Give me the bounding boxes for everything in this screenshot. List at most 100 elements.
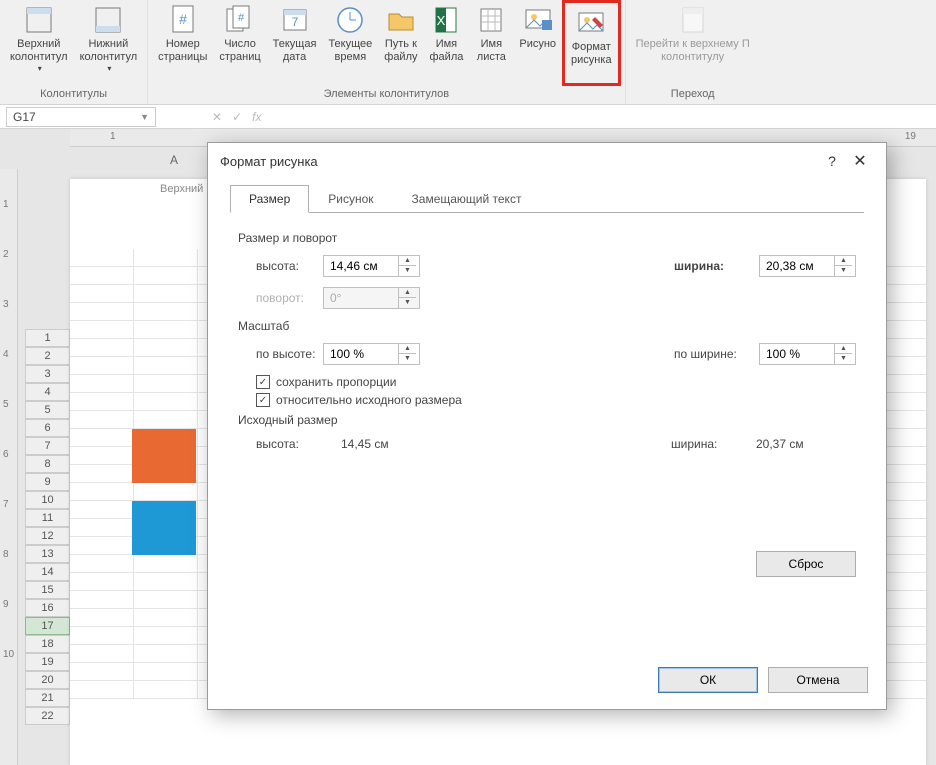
orig-height-value: 14,45 см	[341, 437, 441, 451]
row-header[interactable]: 14	[25, 563, 70, 581]
picture-button[interactable]: Рисуно	[513, 0, 562, 86]
checkbox-icon: ✓	[256, 393, 270, 407]
tab-picture[interactable]: Рисунок	[309, 185, 392, 213]
name-box[interactable]: G17 ▼	[6, 107, 156, 127]
row-header[interactable]: 8	[25, 455, 70, 473]
calendar-icon: 7	[279, 4, 311, 36]
spin-down[interactable]: ▼	[399, 266, 416, 276]
row-headers: 12345678910111213141516171819202122	[25, 329, 70, 725]
row-header[interactable]: 1	[25, 329, 70, 347]
pagecount-label: Число страниц	[219, 38, 260, 64]
pagecount-button[interactable]: # Число страниц	[213, 0, 266, 86]
filepath-button[interactable]: Путь к файлу	[378, 0, 423, 86]
spin-up[interactable]: ▲	[835, 344, 852, 354]
row-header[interactable]: 20	[25, 671, 70, 689]
formula-bar-icons: ✕ ✓ fx	[212, 110, 261, 124]
spin-down[interactable]: ▼	[399, 354, 416, 364]
ribbon-group-label: Переход	[671, 86, 715, 104]
row-header[interactable]: 2	[25, 347, 70, 365]
row-header[interactable]: 16	[25, 599, 70, 617]
tab-size[interactable]: Размер	[230, 185, 309, 213]
orig-width-label: ширина:	[671, 437, 756, 451]
sheetname-button[interactable]: Имя листа	[469, 0, 513, 86]
dialog-titlebar[interactable]: Формат рисунка ? ✕	[208, 143, 886, 179]
row-header[interactable]: 13	[25, 545, 70, 563]
orig-width-value: 20,37 см	[756, 437, 856, 451]
curtime-button[interactable]: Текущее время	[322, 0, 378, 86]
name-box-value: G17	[13, 110, 36, 124]
row-header[interactable]: 11	[25, 509, 70, 527]
row-header[interactable]: 21	[25, 689, 70, 707]
svg-text:X: X	[437, 13, 446, 28]
page-header-label: Верхний	[160, 183, 203, 195]
header-button[interactable]: Верхний колонтитул▾	[4, 0, 74, 86]
dialog-title: Формат рисунка	[220, 154, 818, 169]
row-header[interactable]: 7	[25, 437, 70, 455]
footer-button[interactable]: Нижний колонтитул▾	[74, 0, 144, 86]
lock-aspect-label: сохранить пропорции	[276, 375, 396, 389]
ok-button[interactable]: ОК	[658, 667, 758, 693]
header-label: Верхний колонтитул	[10, 38, 68, 64]
ribbon-group-label: Колонтитулы	[40, 86, 107, 104]
enter-icon: ✓	[232, 110, 242, 124]
pagenum-button[interactable]: # Номер страницы	[152, 0, 213, 86]
relative-orig-label: относительно исходного размера	[276, 393, 462, 407]
scale-w-field[interactable]	[760, 344, 834, 364]
spin-down[interactable]: ▼	[835, 354, 852, 364]
width-input[interactable]: ▲▼	[759, 255, 856, 277]
scale-h-input[interactable]: ▲▼	[323, 343, 420, 365]
filename-button[interactable]: X Имя файла	[424, 0, 470, 86]
close-button[interactable]: ✕	[846, 151, 874, 171]
svg-text:7: 7	[291, 15, 298, 29]
curdate-button[interactable]: 7 Текущая дата	[267, 0, 323, 86]
pagenum-label: Номер страницы	[158, 38, 207, 64]
row-header[interactable]: 6	[25, 419, 70, 437]
pagenum-icon: #	[167, 4, 199, 36]
spin-up: ▲	[399, 288, 416, 298]
name-box-arrow-icon[interactable]: ▼	[140, 112, 149, 122]
cancel-button[interactable]: Отмена	[768, 667, 868, 693]
lock-aspect-checkbox[interactable]: ✓ сохранить пропорции	[256, 375, 856, 389]
row-header[interactable]: 22	[25, 707, 70, 725]
width-field[interactable]	[760, 256, 834, 276]
row-header[interactable]: 18	[25, 635, 70, 653]
spin-down[interactable]: ▼	[835, 266, 852, 276]
row-header[interactable]: 9	[25, 473, 70, 491]
height-input[interactable]: ▲▼	[323, 255, 420, 277]
spin-up[interactable]: ▲	[399, 256, 416, 266]
row-header[interactable]: 12	[25, 527, 70, 545]
row-header[interactable]: 4	[25, 383, 70, 401]
row-header[interactable]: 10	[25, 491, 70, 509]
scale-h-field[interactable]	[324, 344, 398, 364]
scale-w-input[interactable]: ▲▼	[759, 343, 856, 365]
relative-orig-checkbox[interactable]: ✓ относительно исходного размера	[256, 393, 856, 407]
row-header[interactable]: 19	[25, 653, 70, 671]
ribbon-group-elements: # Номер страницы # Число страниц 7 Текущ…	[148, 0, 625, 104]
row-header[interactable]: 15	[25, 581, 70, 599]
blue-cell-block	[132, 501, 196, 555]
orig-height-label: высота:	[256, 437, 341, 451]
tab-alttext[interactable]: Замещающий текст	[393, 185, 541, 213]
orange-cell-block	[132, 429, 196, 483]
column-header-a[interactable]: A	[170, 153, 178, 167]
fx-icon[interactable]: fx	[252, 110, 261, 124]
format-picture-button[interactable]: Формат рисунка	[562, 0, 621, 86]
rotation-input: ▲▼	[323, 287, 420, 309]
goto-label: Перейти к верхнему П колонтитулу	[636, 38, 750, 64]
row-header[interactable]: 3	[25, 365, 70, 383]
ribbon-group-nav: Перейти к верхнему П колонтитулу Переход	[626, 0, 760, 104]
help-button[interactable]: ?	[818, 153, 846, 169]
svg-text:#: #	[179, 11, 187, 27]
clock-icon	[334, 4, 366, 36]
spin-up[interactable]: ▲	[835, 256, 852, 266]
height-field[interactable]	[324, 256, 398, 276]
format-picture-label: Формат рисунка	[571, 41, 612, 67]
folder-icon	[385, 4, 417, 36]
reset-button[interactable]: Сброс	[756, 551, 856, 577]
row-header[interactable]: 5	[25, 401, 70, 419]
row-header[interactable]: 17	[25, 617, 70, 635]
spin-up[interactable]: ▲	[399, 344, 416, 354]
scale-h-label: по высоте:	[238, 347, 323, 361]
checkbox-icon: ✓	[256, 375, 270, 389]
footer-label: Нижний колонтитул	[80, 38, 138, 64]
